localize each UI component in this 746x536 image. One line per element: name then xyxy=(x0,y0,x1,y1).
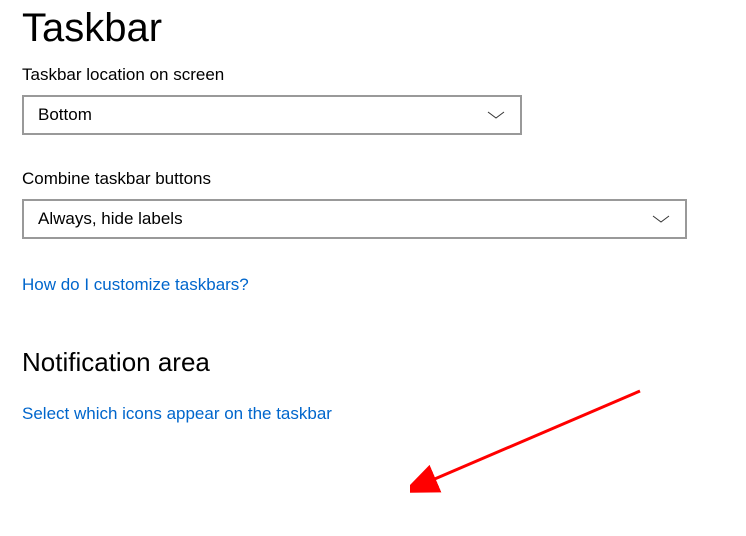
select-icons-link[interactable]: Select which icons appear on the taskbar xyxy=(22,404,332,424)
taskbar-location-label: Taskbar location on screen xyxy=(22,65,724,85)
chevron-down-icon xyxy=(486,110,506,120)
taskbar-location-dropdown[interactable]: Bottom xyxy=(22,95,522,135)
combine-buttons-label: Combine taskbar buttons xyxy=(22,169,724,189)
notification-area-title: Notification area xyxy=(22,347,724,378)
customize-taskbars-link[interactable]: How do I customize taskbars? xyxy=(22,275,249,295)
taskbar-location-value: Bottom xyxy=(38,105,92,125)
page-title: Taskbar xyxy=(22,6,724,51)
chevron-down-icon xyxy=(651,214,671,224)
combine-buttons-dropdown[interactable]: Always, hide labels xyxy=(22,199,687,239)
combine-buttons-value: Always, hide labels xyxy=(38,209,183,229)
